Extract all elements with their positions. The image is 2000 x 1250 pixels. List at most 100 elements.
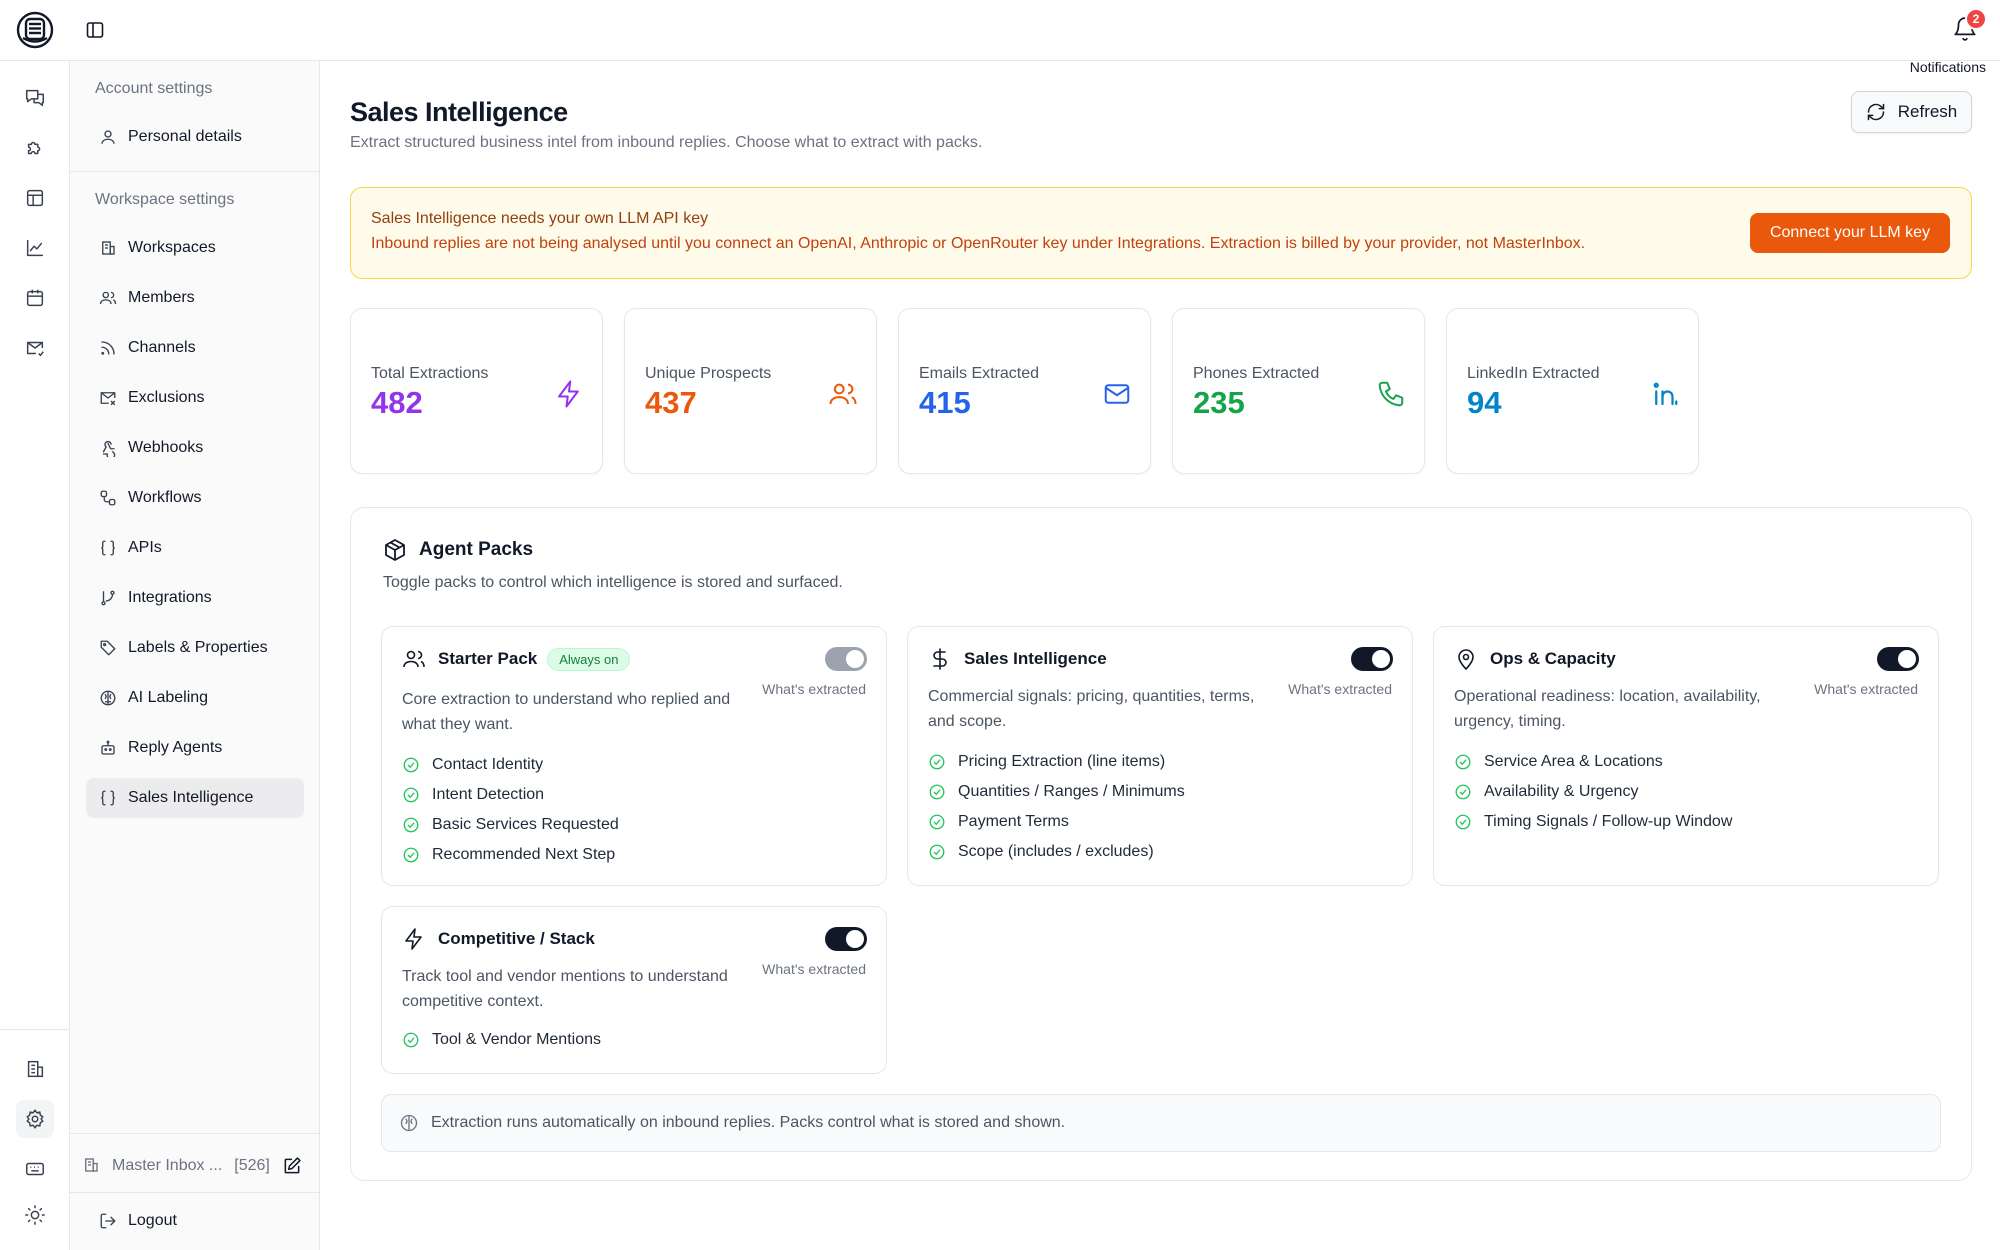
always-on-badge: Always on [547, 647, 631, 671]
sidebar-item-exclusions[interactable]: Exclusions [86, 378, 304, 418]
bot-icon [98, 738, 118, 758]
app-logo-icon[interactable] [15, 10, 55, 50]
building-icon[interactable] [22, 1056, 48, 1082]
stat-value: 94 [1467, 385, 1502, 420]
sidebar-item-apis[interactable]: APIs [86, 528, 304, 568]
phone-icon [1376, 379, 1406, 409]
keyboard-icon[interactable] [22, 1156, 48, 1182]
pack-toggle-ops-capacity[interactable] [1877, 647, 1919, 671]
list-item: Payment Terms [928, 807, 1185, 837]
logout-button[interactable]: Logout [86, 1201, 304, 1241]
analytics-icon[interactable] [22, 235, 48, 261]
sidebar-item-members[interactable]: Members [86, 278, 304, 318]
dollar-icon [928, 647, 952, 671]
pack-header: Starter Pack Always on [402, 647, 631, 671]
table-icon[interactable] [22, 185, 48, 211]
list-item: Basic Services Requested [402, 810, 619, 840]
theme-sun-icon[interactable] [22, 1202, 48, 1228]
building-icon [98, 238, 118, 258]
stat-label: Total Extractions [371, 365, 489, 382]
check-circle-icon [403, 757, 419, 773]
stat-label: Unique Prospects [645, 365, 772, 382]
sidebar-item-label: Labels & Properties [128, 639, 268, 656]
puzzle-icon[interactable] [22, 135, 48, 161]
list-item: Recommended Next Step [402, 840, 619, 870]
sidebar-item-label: Sales Intelligence [128, 789, 254, 806]
whats-extracted-link[interactable]: What's extracted [1288, 681, 1392, 697]
footnote-text: Extraction runs automatically on inbound… [431, 1114, 1066, 1131]
sidebar-item-label: Exclusions [128, 389, 205, 406]
sidebar-item-workflows[interactable]: Workflows [86, 478, 304, 518]
list-item: Tool & Vendor Mentions [402, 1025, 601, 1055]
notification-count-badge: 2 [1965, 8, 1987, 30]
pack-description: Track tool and vendor mentions to unders… [402, 968, 728, 1010]
whats-extracted-link[interactable]: What's extracted [762, 681, 866, 697]
building-icon [82, 1156, 102, 1176]
sidebar-item-label: Webhooks [128, 439, 204, 456]
workspace-switcher[interactable]: Master Inbox ... [526] [82, 1146, 308, 1186]
list-item: Quantities / Ranges / Minimums [928, 777, 1185, 807]
sidebar-divider [70, 171, 320, 172]
refresh-button[interactable]: Refresh [1851, 91, 1972, 133]
mail-x-icon [98, 388, 118, 408]
braces-icon [98, 788, 118, 808]
stat-value: 437 [645, 385, 697, 420]
users-icon [828, 379, 858, 409]
pack-feature-list: Tool & Vendor Mentions [402, 1025, 601, 1055]
list-item: Contact Identity [402, 750, 619, 780]
sidebar-item-webhooks[interactable]: Webhooks [86, 428, 304, 468]
pack-toggle-competitive-stack[interactable] [825, 927, 867, 951]
stat-card-linkedin-extracted: LinkedIn Extracted 94 [1446, 308, 1699, 474]
check-circle-icon [403, 787, 419, 803]
calendar-icon[interactable] [22, 285, 48, 311]
sidebar-item-reply-agents[interactable]: Reply Agents [86, 728, 304, 768]
refresh-label: Refresh [1897, 102, 1958, 121]
pack-feature-list: Contact Identity Intent Detection Basic … [402, 750, 619, 870]
pack-feature-list: Pricing Extraction (line items) Quantiti… [928, 747, 1185, 867]
mail-check-icon[interactable] [22, 335, 48, 361]
workflow-icon [98, 488, 118, 508]
pack-card-starter: Starter Pack Always on What's extracted … [381, 626, 887, 886]
sidebar-item-channels[interactable]: Channels [86, 328, 304, 368]
git-branch-icon [98, 588, 118, 608]
sidebar-toggle-icon[interactable] [85, 20, 105, 40]
whats-extracted-link[interactable]: What's extracted [1814, 681, 1918, 697]
workspace-name: Master Inbox ... [112, 1157, 223, 1174]
stat-value: 482 [371, 385, 423, 420]
user-icon [98, 127, 118, 147]
stat-card-phones-extracted: Phones Extracted 235 [1172, 308, 1425, 474]
pack-name: Starter Pack [438, 649, 538, 668]
sidebar-item-sales-intelligence[interactable]: Sales Intelligence [86, 778, 304, 818]
check-circle-icon [403, 817, 419, 833]
check-circle-icon [1455, 814, 1471, 830]
sidebar-item-ai-labeling[interactable]: AI Labeling [86, 678, 304, 718]
pack-toggle-starter[interactable] [825, 647, 867, 671]
stat-label: Phones Extracted [1193, 365, 1320, 382]
sidebar-item-label: Reply Agents [128, 739, 223, 756]
pack-toggle-sales-intelligence[interactable] [1351, 647, 1393, 671]
settings-sidebar: Account settings Personal details Worksp… [70, 61, 320, 1250]
alert-text: Inbound replies are not being analysed u… [371, 235, 1586, 252]
pack-feature-list: Service Area & Locations Availability & … [1454, 747, 1732, 837]
sidebar-item-integrations[interactable]: Integrations [86, 578, 304, 618]
pack-header: Competitive / Stack [402, 927, 595, 951]
sidebar-item-workspaces[interactable]: Workspaces [86, 228, 304, 268]
pack-card-ops-capacity: Ops & Capacity What's extracted Operatio… [1433, 626, 1939, 886]
pack-description: Commercial signals: pricing, quantities,… [928, 688, 1255, 730]
sidebar-divider [70, 1133, 320, 1134]
sidebar-item-labels-properties[interactable]: Labels & Properties [86, 628, 304, 668]
workspace-count: [526] [234, 1157, 270, 1174]
settings-icon[interactable] [16, 1100, 54, 1138]
edit-icon[interactable] [282, 1156, 302, 1176]
sidebar-item-label: Workflows [128, 489, 202, 506]
sidebar-item-personal-details[interactable]: Personal details [86, 117, 304, 157]
conversations-icon[interactable] [22, 85, 48, 111]
llm-key-alert: Sales Intelligence needs your own LLM AP… [350, 187, 1972, 279]
whats-extracted-link[interactable]: What's extracted [762, 961, 866, 977]
check-circle-icon [403, 847, 419, 863]
connect-llm-key-button[interactable]: Connect your LLM key [1750, 213, 1950, 253]
pack-card-competitive-stack: Competitive / Stack What's extracted Tra… [381, 906, 887, 1074]
stat-card-unique-prospects: Unique Prospects 437 [624, 308, 877, 474]
agent-packs-subtitle: Toggle packs to control which intelligen… [383, 574, 843, 591]
agent-packs-heading: Agent Packs [383, 538, 533, 562]
